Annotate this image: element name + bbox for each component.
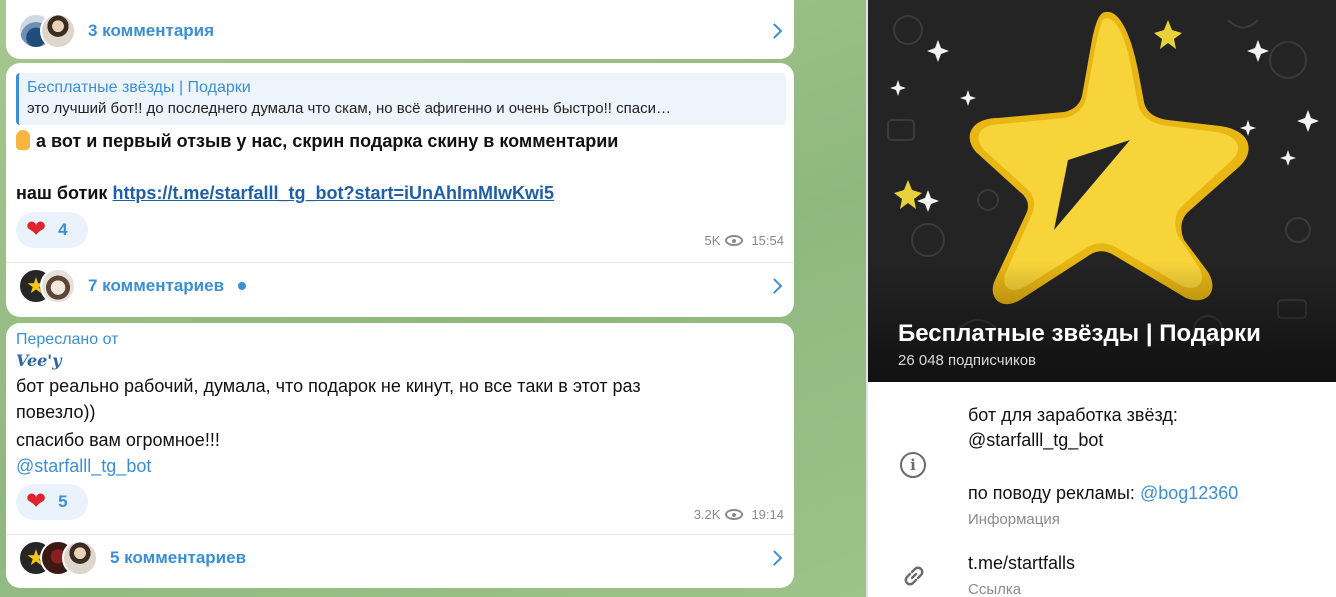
forwarded-from-name[interactable]: Vee'y	[16, 351, 62, 370]
comments-button[interactable]: 3 комментария	[6, 8, 794, 54]
info-label: Информация	[968, 511, 1060, 528]
subscriber-count: 26 048 подписчиков	[898, 352, 1037, 369]
chevron-right-icon	[766, 277, 783, 294]
avatar	[62, 539, 98, 576]
reply-text: это лучший бот!! до последнего думала чт…	[27, 100, 671, 117]
reaction-heart[interactable]: ❤ 5	[16, 484, 88, 520]
message-line: повезло))	[16, 402, 96, 422]
message-bubble: Переслано от Vee'y бот реально рабочий, …	[6, 323, 794, 588]
reaction-count: 5	[58, 492, 68, 511]
message-line: наш ботик	[16, 183, 113, 203]
message-text: наш ботик https://t.me/starfalll_tg_bot?…	[16, 180, 554, 206]
pointing-finger-emoji	[16, 130, 30, 150]
eye-icon	[725, 509, 744, 520]
link-icon	[904, 566, 924, 586]
info-icon: i	[900, 452, 926, 478]
message-line: а вот и первый отзыв у нас, скрин подарк…	[36, 131, 619, 151]
bot-link[interactable]: https://t.me/starfalll_tg_bot?start=iUnA…	[112, 183, 554, 203]
ads-label: по поводу рекламы:	[968, 483, 1140, 503]
commenter-avatars: ★	[18, 267, 76, 304]
reply-author: Бесплатные звёзды | Подарки	[27, 79, 251, 96]
ads-mention[interactable]: @bog12360	[1140, 483, 1238, 503]
comments-count: 3 комментария	[88, 21, 215, 40]
heart-icon: ❤	[26, 216, 47, 243]
ads-line: по поводу рекламы: @bog12360	[968, 481, 1238, 505]
message-line: спасибо вам огромное!!!	[16, 430, 220, 450]
link-label: Ссылка	[968, 581, 1022, 597]
chevron-right-icon	[766, 549, 783, 566]
eye-icon	[725, 235, 744, 246]
heart-icon: ❤	[26, 488, 47, 515]
message-line: бот реально рабочий, думала, что подарок…	[16, 376, 641, 396]
channel-description: бот для заработка звёзд:	[968, 405, 1178, 425]
commenter-avatars: ★	[18, 539, 98, 576]
forwarded-label: Переслано от	[16, 331, 119, 348]
reaction-count: 4	[58, 220, 68, 239]
channel-cover[interactable]: Бесплатные звёзды | Подарки 26 048 подпи…	[868, 0, 1336, 382]
channel-title: Бесплатные звёзды | Подарки	[898, 320, 1261, 347]
comments-button[interactable]: ★ 5 комментариев	[6, 534, 794, 580]
channel-link[interactable]: t.me/startfalls	[968, 551, 1075, 575]
chevron-right-icon	[766, 23, 783, 39]
comments-count: 7 комментариев	[88, 275, 225, 295]
chat-area[interactable]: 3 комментария Бесплатные звёзды | Подарк…	[0, 0, 866, 597]
views-count: 5K	[704, 233, 721, 248]
message-bubble: Бесплатные звёзды | Подарки это лучший б…	[6, 63, 794, 317]
avatar	[40, 267, 76, 304]
description-mention[interactable]: @starfalll_tg_bot	[968, 428, 1103, 452]
reaction-heart[interactable]: ❤ 4	[16, 212, 88, 248]
message-meta: 3.2K 19:14	[694, 507, 784, 522]
comments-count: 5 комментариев	[110, 547, 247, 567]
message-bubble: 3 комментария	[6, 0, 794, 59]
channel-info-panel: Бесплатные звёзды | Подарки 26 048 подпи…	[868, 0, 1336, 597]
views-count: 3.2K	[693, 507, 721, 522]
bot-mention[interactable]: @starfalll_tg_bot	[16, 453, 151, 479]
reply-quote[interactable]: Бесплатные звёзды | Подарки это лучший б…	[16, 73, 786, 125]
message-time: 19:14	[751, 507, 784, 522]
unread-dot	[238, 281, 247, 290]
avatar	[40, 13, 76, 49]
commenter-avatars	[18, 13, 76, 49]
message-text: а вот и первый отзыв у нас, скрин подарк…	[16, 128, 618, 154]
message-time: 15:54	[751, 233, 784, 248]
message-meta: 5K 15:54	[705, 233, 784, 248]
comments-button[interactable]: ★ 7 комментариев	[6, 262, 794, 308]
